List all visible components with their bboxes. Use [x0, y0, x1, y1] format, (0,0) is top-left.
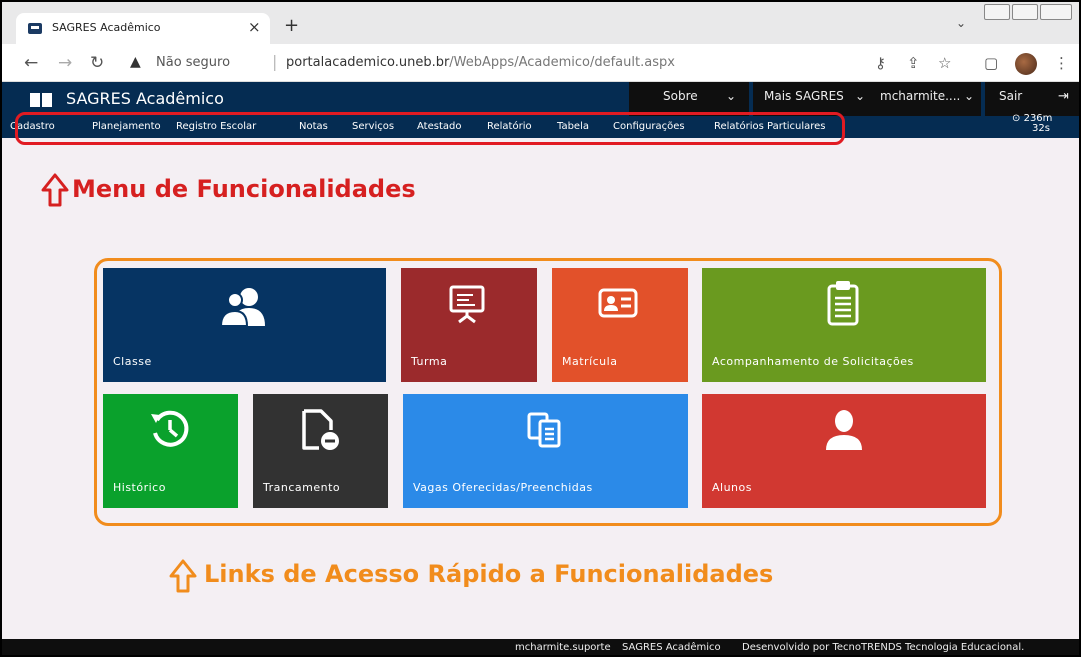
- key-icon[interactable]: ⚷: [875, 54, 886, 72]
- tile-label: Acompanhamento de Solicitações: [712, 355, 914, 368]
- back-arrow-icon[interactable]: ←: [24, 53, 38, 73]
- menu-highlight-outline: [15, 112, 845, 145]
- quick-links-annotation: Links de Acesso Rápido a Funcionalidades: [204, 560, 774, 588]
- tile-label: Histórico: [113, 481, 166, 494]
- presentation-board-icon: [449, 285, 485, 324]
- address-separator: |: [272, 52, 278, 71]
- browser-window: SAGRES Acadêmico × + ⌄ ← → ↻ ▲ Não segur…: [0, 0, 1081, 657]
- topnav-divider: [749, 82, 753, 116]
- session-timer: ⊙ 236m 32s: [1012, 114, 1052, 134]
- address-bar[interactable]: ▲ Não seguro | portalacademico.uneb.br/W…: [122, 50, 858, 76]
- profile-avatar[interactable]: [1015, 53, 1037, 75]
- chevron-down-icon[interactable]: ⌄: [726, 89, 736, 103]
- tile-vagas[interactable]: Vagas Oferecidas/Preenchidas: [403, 394, 688, 508]
- browser-tab[interactable]: SAGRES Acadêmico ×: [16, 13, 270, 44]
- tile-trancamento[interactable]: Trancamento: [253, 394, 388, 508]
- app-footer: mcharmite.suporte SAGRES Acadêmico Desen…: [2, 639, 1079, 655]
- tile-label: Matrícula: [562, 355, 618, 368]
- tab-strip: SAGRES Acadêmico × + ⌄: [2, 2, 1079, 44]
- user-menu[interactable]: mcharmite....: [880, 89, 960, 103]
- footer-user: mcharmite.suporte: [515, 642, 611, 653]
- id-card-icon: [598, 288, 638, 318]
- tile-label: Turma: [411, 355, 448, 368]
- clipboard-icon: [827, 281, 859, 326]
- tile-historico[interactable]: Histórico: [103, 394, 238, 508]
- footer-credit: Desenvolvido por TecnoTRENDS Tecnologia …: [742, 642, 1025, 653]
- restore-button[interactable]: [1012, 4, 1038, 20]
- users-icon: [219, 288, 265, 326]
- tab-title: SAGRES Acadêmico: [52, 21, 161, 34]
- url-path: /WebApps/Academico/default.aspx: [449, 55, 675, 70]
- up-arrow-icon: [41, 173, 69, 207]
- tile-turma[interactable]: Turma: [401, 268, 537, 382]
- browser-menu-icon[interactable]: ⋮: [1054, 54, 1069, 72]
- tab-close-icon[interactable]: ×: [248, 18, 261, 36]
- tile-label: Alunos: [712, 481, 752, 494]
- side-panel-icon[interactable]: ▢: [984, 54, 998, 72]
- copy-documents-icon: [527, 412, 561, 448]
- url-text: portalacademico.uneb.br/WebApps/Academic…: [286, 55, 675, 70]
- up-arrow-icon: [169, 559, 197, 593]
- tile-acompanhamento-solicitacoes[interactable]: Acompanhamento de Solicitações: [702, 268, 986, 382]
- topnav-divider: [981, 82, 985, 116]
- app-brand[interactable]: SAGRES Acadêmico: [66, 89, 224, 108]
- document-remove-icon: [302, 409, 339, 450]
- menu-annotation: Menu de Funcionalidades: [72, 175, 416, 203]
- share-icon[interactable]: ⇪: [907, 54, 920, 72]
- history-clock-icon: [151, 410, 189, 447]
- insecure-label: Não seguro: [156, 55, 231, 70]
- url-domain: portalacademico.uneb.br: [286, 55, 450, 70]
- tile-label: Trancamento: [263, 481, 341, 494]
- book-logo-icon: [30, 93, 54, 107]
- warning-triangle-icon[interactable]: ▲: [130, 54, 141, 70]
- close-window-button[interactable]: [1040, 4, 1072, 20]
- mais-sagres-menu[interactable]: Mais SAGRES: [764, 89, 844, 103]
- graduation-cap-favicon-icon: [28, 23, 42, 34]
- chevron-down-icon[interactable]: ⌄: [964, 89, 974, 103]
- tile-classe[interactable]: Classe: [103, 268, 386, 382]
- app-header: SAGRES Acadêmico Sobre ⌄ Mais SAGRES ⌄ m…: [2, 82, 1079, 116]
- sair-button[interactable]: Sair: [999, 89, 1022, 103]
- tile-label: Vagas Oferecidas/Preenchidas: [413, 481, 593, 494]
- tile-matricula[interactable]: Matrícula: [552, 268, 688, 382]
- sobre-menu[interactable]: Sobre: [663, 89, 698, 103]
- bookmark-star-icon[interactable]: ☆: [938, 54, 951, 72]
- minimize-button[interactable]: [984, 4, 1010, 20]
- tile-label: Classe: [113, 355, 152, 368]
- logout-icon[interactable]: ⇥: [1058, 89, 1069, 104]
- window-controls: [984, 4, 1074, 22]
- timer-seconds: 32s: [1032, 123, 1050, 134]
- browser-toolbar: ← → ↻ ▲ Não seguro | portalacademico.une…: [2, 44, 1079, 82]
- new-tab-button[interactable]: +: [284, 15, 299, 36]
- forward-arrow-icon[interactable]: →: [58, 53, 72, 73]
- top-navigation: Sobre ⌄ Mais SAGRES ⌄ mcharmite.... ⌄ Sa…: [629, 82, 1079, 116]
- chevron-down-icon[interactable]: ⌄: [855, 89, 865, 103]
- footer-app: SAGRES Acadêmico: [622, 642, 721, 653]
- tab-search-chevron-icon[interactable]: ⌄: [956, 16, 966, 30]
- reload-icon[interactable]: ↻: [90, 53, 104, 73]
- tile-alunos[interactable]: Alunos: [702, 394, 986, 508]
- user-icon: [826, 410, 862, 450]
